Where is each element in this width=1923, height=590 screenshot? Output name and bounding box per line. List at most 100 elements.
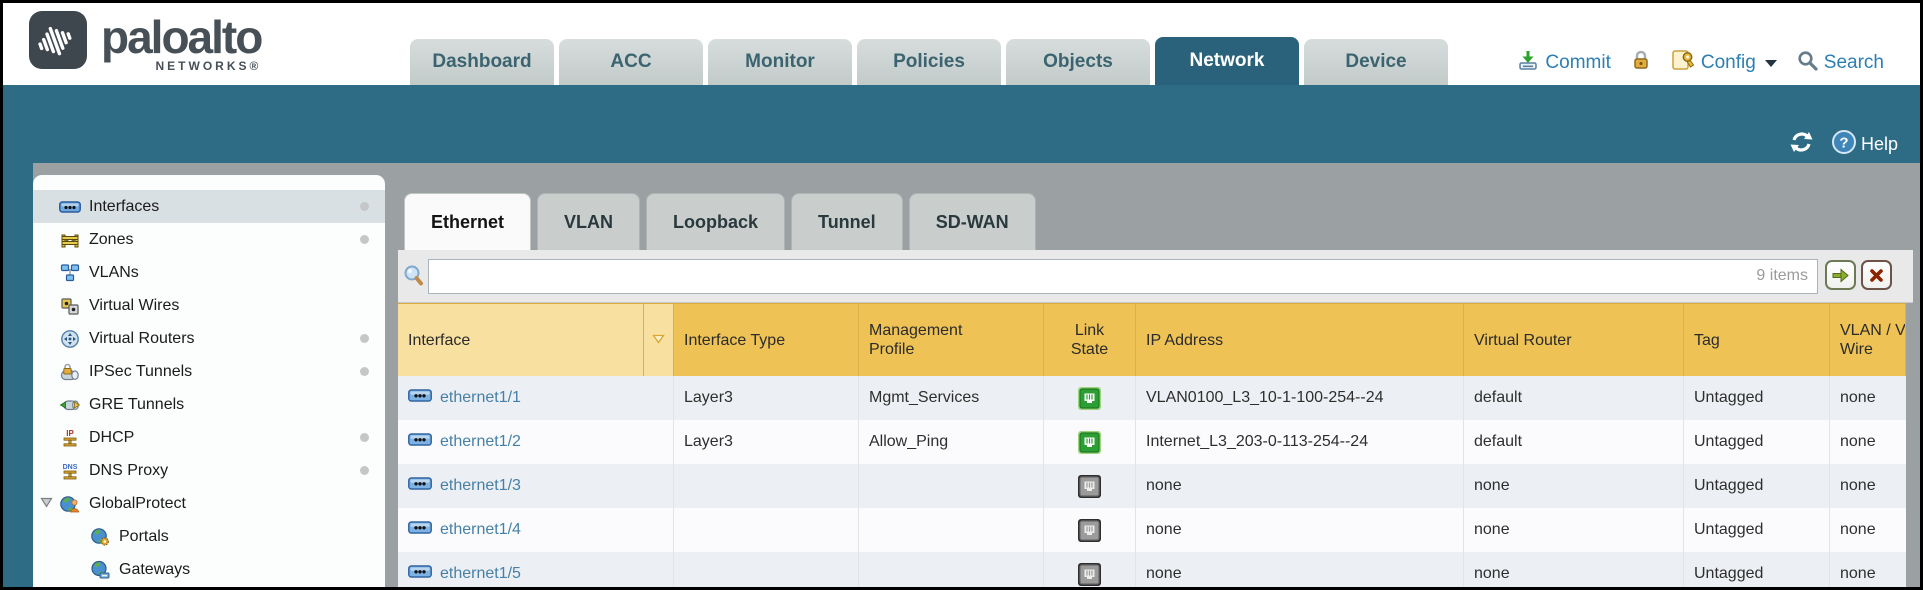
app-window: paloalto NETWORKS® Dashboard ACC Monitor… xyxy=(3,3,1920,587)
sidebar-item-label: Portals xyxy=(119,528,169,546)
config-dot xyxy=(360,202,369,211)
sidebar-item-gateways[interactable]: Gateways xyxy=(33,553,385,586)
brand-name: paloalto xyxy=(101,13,261,61)
tab-device[interactable]: Device xyxy=(1304,39,1448,85)
tab-acc[interactable]: ACC xyxy=(559,39,703,85)
commit-button[interactable]: Commit xyxy=(1517,49,1610,77)
teal-banner: ? Help xyxy=(3,85,1920,163)
expander-icon[interactable] xyxy=(40,495,53,513)
subtab-ethernet[interactable]: Ethernet xyxy=(404,193,531,250)
ipsec-tunnels-icon xyxy=(59,361,81,383)
subtab-sdwan[interactable]: SD-WAN xyxy=(909,193,1036,250)
subtab-tunnel[interactable]: Tunnel xyxy=(791,193,903,250)
sidebar-item-label: Virtual Wires xyxy=(89,297,179,315)
svg-text:DNS: DNS xyxy=(63,464,78,471)
sidebar-item-virtual-routers[interactable]: Virtual Routers xyxy=(33,322,385,355)
config-menu[interactable]: Config xyxy=(1671,49,1777,77)
table-row: ethernet1/4 none none Untagged none xyxy=(398,508,1906,552)
virtual-wires-icon xyxy=(59,295,81,317)
sidebar-item-label: Virtual Routers xyxy=(89,330,195,348)
sidebar-item-zones[interactable]: Zones xyxy=(33,223,385,256)
network-sidebar: Interfaces Zones xyxy=(33,175,385,587)
table-row: ethernet1/5 none none Untagged none xyxy=(398,552,1906,587)
lock-button[interactable] xyxy=(1631,49,1651,77)
gateways-icon xyxy=(89,559,111,581)
sidebar-item-label: Gateways xyxy=(119,561,190,579)
sidebar-item-globalprotect[interactable]: GlobalProtect xyxy=(33,487,385,520)
dns-proxy-icon: DNS xyxy=(59,460,81,482)
tab-network[interactable]: Network xyxy=(1155,37,1299,85)
sidebar-item-portals[interactable]: Portals xyxy=(33,520,385,553)
sidebar-item-interfaces[interactable]: Interfaces xyxy=(33,190,385,223)
sidebar-item-label: GlobalProtect xyxy=(89,495,186,513)
col-header-link-state[interactable]: Link State xyxy=(1044,304,1136,376)
subtab-loopback[interactable]: Loopback xyxy=(646,193,785,250)
subtab-vlan[interactable]: VLAN xyxy=(537,193,640,250)
cell-management-profile: Allow_Ping xyxy=(859,420,1044,464)
sidebar-item-dhcp[interactable]: IP DHCP xyxy=(33,421,385,454)
cell-tag: Untagged xyxy=(1684,464,1830,508)
col-header-vlan-virtual-wire[interactable]: VLAN / Virtual Wire xyxy=(1830,304,1906,376)
cell-tag: Untagged xyxy=(1684,376,1830,420)
interface-name-link[interactable]: ethernet1/3 xyxy=(440,477,521,495)
clear-filter-button[interactable] xyxy=(1861,260,1892,290)
cell-management-profile xyxy=(859,508,1044,552)
interface-name-link[interactable]: ethernet1/4 xyxy=(440,521,521,539)
link-state-icon xyxy=(1077,518,1102,543)
ethernet-port-icon xyxy=(408,432,432,452)
refresh-icon[interactable] xyxy=(1788,130,1815,159)
col-header-tag[interactable]: Tag xyxy=(1684,304,1830,376)
commit-icon xyxy=(1517,49,1539,77)
search-label: Search xyxy=(1824,52,1884,74)
interface-name-link[interactable]: ethernet1/1 xyxy=(440,389,521,407)
column-sort-dropdown[interactable] xyxy=(644,304,674,376)
brand-wordmark: paloalto NETWORKS® xyxy=(101,13,261,73)
table-row: ethernet1/2 Layer3 Allow_Ping Internet_L… xyxy=(398,420,1906,464)
interface-name-link[interactable]: ethernet1/5 xyxy=(440,565,521,583)
cell-vlan-virtual-wire: none xyxy=(1830,552,1906,587)
ethernet-port-icon xyxy=(408,388,432,408)
paloalto-logo-icon xyxy=(29,11,87,74)
col-header-ip-address[interactable]: IP Address xyxy=(1136,304,1464,376)
cell-vlan-virtual-wire: none xyxy=(1830,420,1906,464)
sidebar-item-gre-tunnels[interactable]: GRE Tunnels xyxy=(33,388,385,421)
link-state-icon xyxy=(1077,562,1102,587)
filter-input[interactable] xyxy=(428,259,1818,294)
col-header-management-profile[interactable]: Management Profile xyxy=(859,304,1044,376)
col-header-interface[interactable]: Interface xyxy=(398,304,644,376)
link-state-icon xyxy=(1077,386,1102,411)
link-state-icon xyxy=(1077,430,1102,455)
sidebar-item-vlans[interactable]: VLANs xyxy=(33,256,385,289)
col-header-interface-type[interactable]: Interface Type xyxy=(674,304,859,376)
ethernet-port-icon xyxy=(408,520,432,540)
interface-name-link[interactable]: ethernet1/2 xyxy=(440,433,521,451)
cell-management-profile: Mgmt_Services xyxy=(859,376,1044,420)
interfaces-icon xyxy=(59,196,81,218)
cell-vlan-virtual-wire: none xyxy=(1830,464,1906,508)
dhcp-icon: IP xyxy=(59,427,81,449)
table-row: ethernet1/1 Layer3 Mgmt_Services VLAN010… xyxy=(398,376,1906,420)
vlans-icon xyxy=(59,262,81,284)
table-row: ethernet1/3 none none Untagged none xyxy=(398,464,1906,508)
tab-monitor[interactable]: Monitor xyxy=(708,39,852,85)
filter-search-icon xyxy=(403,265,425,293)
apply-filter-button[interactable] xyxy=(1825,260,1856,290)
search-button[interactable]: Search xyxy=(1797,50,1884,77)
interface-subtabs: Ethernet VLAN Loopback Tunnel SD-WAN xyxy=(404,192,1036,250)
cell-interface-type: Layer3 xyxy=(674,420,859,464)
search-icon xyxy=(1797,50,1818,77)
tab-policies[interactable]: Policies xyxy=(857,39,1001,85)
main-content: Ethernet VLAN Loopback Tunnel SD-WAN 9 i… xyxy=(398,163,1913,587)
cell-ip-address: none xyxy=(1136,508,1464,552)
sidebar-item-ipsec-tunnels[interactable]: IPSec Tunnels xyxy=(33,355,385,388)
col-header-virtual-router[interactable]: Virtual Router xyxy=(1464,304,1684,376)
tab-dashboard[interactable]: Dashboard xyxy=(410,39,554,85)
help-icon: ? xyxy=(1831,129,1857,160)
sidebar-item-virtual-wires[interactable]: Virtual Wires xyxy=(33,289,385,322)
help-button[interactable]: ? Help xyxy=(1831,129,1898,160)
sidebar-item-label: DNS Proxy xyxy=(89,462,168,480)
workspace: Interfaces Zones xyxy=(3,163,1920,587)
lock-icon xyxy=(1631,49,1651,77)
tab-objects[interactable]: Objects xyxy=(1006,39,1150,85)
sidebar-item-dns-proxy[interactable]: DNS DNS Proxy xyxy=(33,454,385,487)
